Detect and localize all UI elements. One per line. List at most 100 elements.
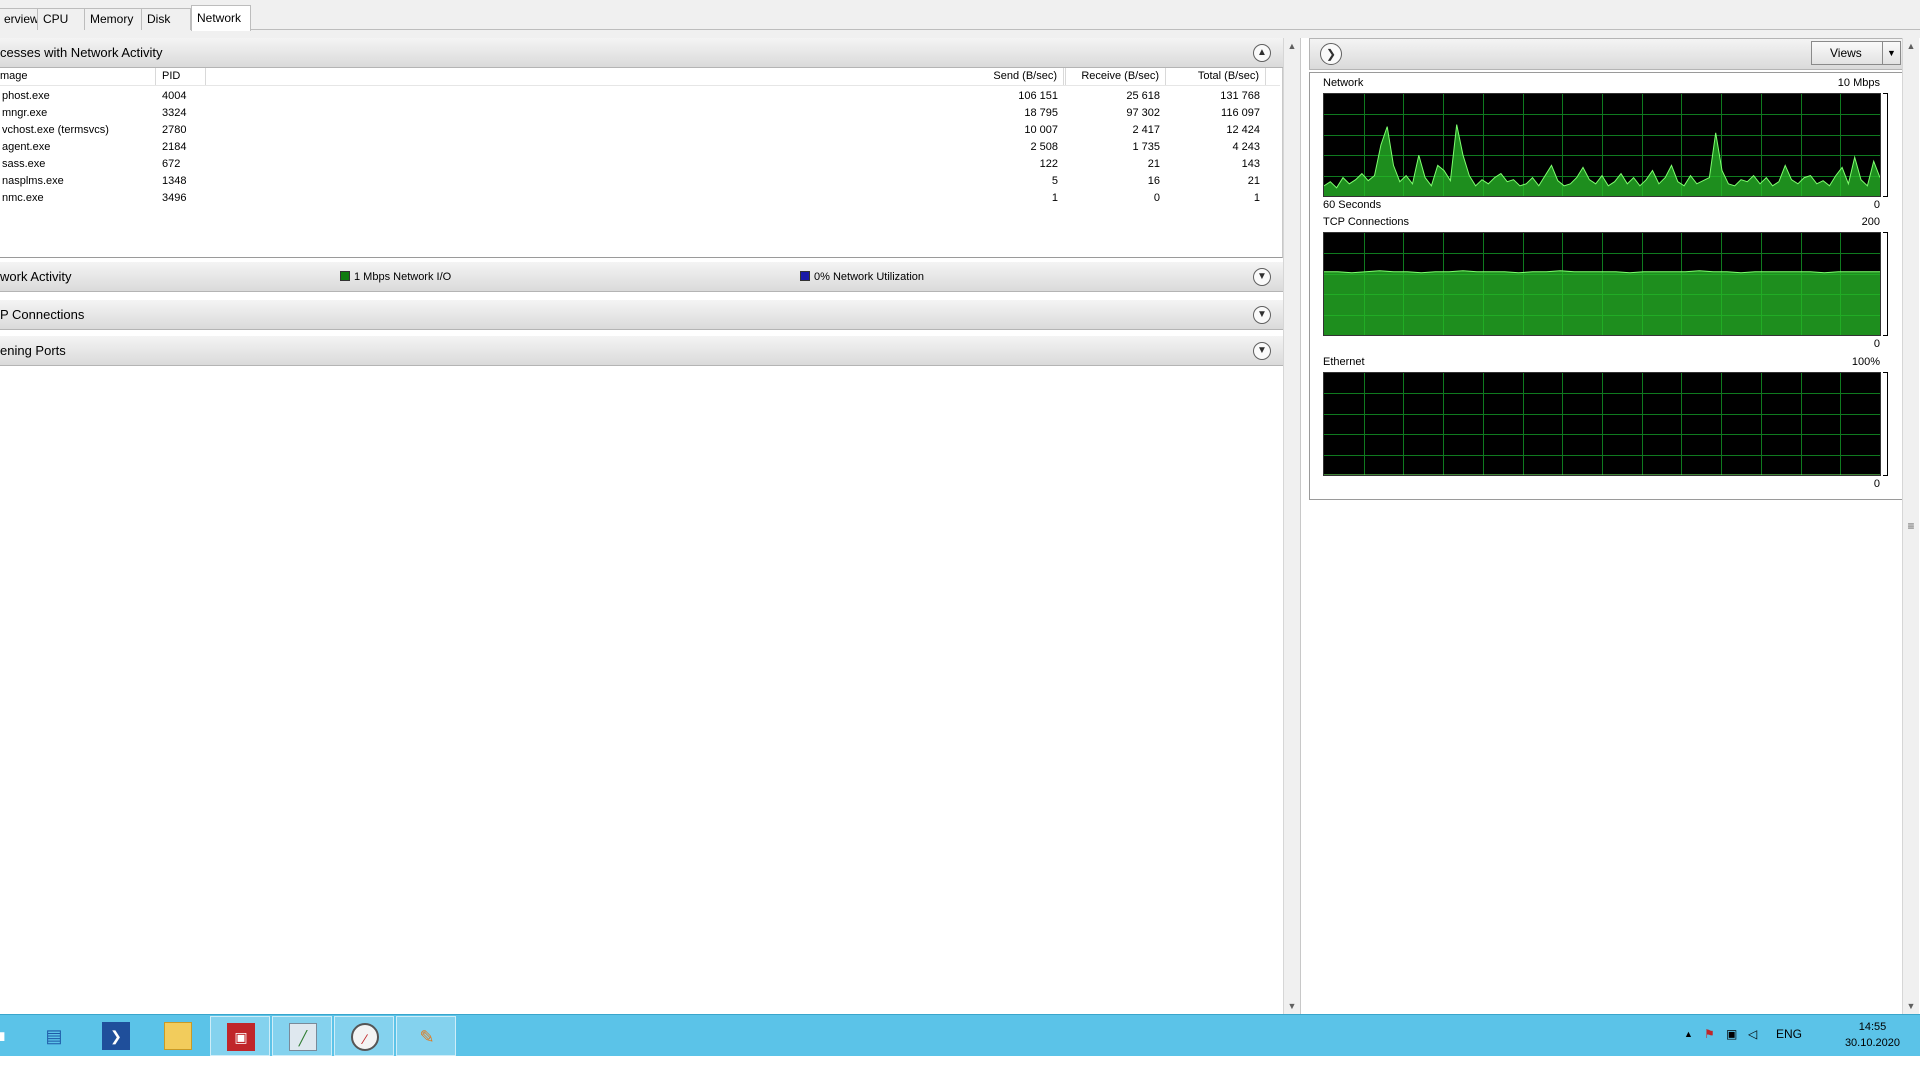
tcp-connections-section-header[interactable]: P Connections ▼ xyxy=(0,300,1283,330)
table-row[interactable]: vchost.exe (termsvcs) 2780 10 007 2 417 12 4… xyxy=(0,122,1280,139)
processes-section-header[interactable]: cesses with Network Activity ▲ xyxy=(0,38,1283,68)
column-header-image[interactable]: mage xyxy=(0,68,156,85)
graph-tcp-title: TCP Connections xyxy=(1323,216,1410,228)
tab-cpu[interactable]: CPU xyxy=(37,8,85,30)
system-clock[interactable]: 14:55 30.10.2020 xyxy=(1845,1019,1900,1051)
column-header-total[interactable]: Total (B/sec) xyxy=(1166,68,1266,85)
expand-chevron-icon[interactable]: ▼ xyxy=(1253,306,1271,324)
cell-total: 131 768 xyxy=(1220,90,1260,102)
right-pane-scrollbar[interactable]: ▲ ≡ ▼ xyxy=(1902,38,1919,1014)
graph-scale-bracket xyxy=(1883,372,1888,476)
table-row[interactable]: mngr.exe 3324 18 795 97 302 116 097 xyxy=(0,105,1280,122)
views-button-label: Views xyxy=(1830,46,1862,60)
views-button[interactable]: Views ▼ xyxy=(1811,41,1901,65)
tab-overview[interactable]: erview xyxy=(0,8,38,30)
cell-pid: 4004 xyxy=(162,90,187,102)
ethernet-graph-canvas xyxy=(1324,373,1880,475)
network-activity-section-title: work Activity xyxy=(0,269,72,284)
graph-network-title: Network xyxy=(1323,77,1364,89)
tcp-connections-section-title: P Connections xyxy=(0,307,85,322)
cell-image: mngr.exe xyxy=(2,107,48,119)
expand-chevron-icon[interactable]: ▼ xyxy=(1253,342,1271,360)
action-center-flag-icon[interactable]: ⚑ xyxy=(1704,1027,1715,1041)
cell-pid: 1348 xyxy=(162,175,187,187)
graph-ethernet-min: 0 xyxy=(1873,478,1880,490)
cell-send: 122 xyxy=(1039,158,1058,170)
left-pane-scrollbar[interactable]: ▲ ▼ xyxy=(1283,38,1300,1014)
views-dropdown-arrow-icon[interactable]: ▼ xyxy=(1882,42,1900,64)
cell-receive: 16 xyxy=(1147,175,1160,187)
graphs-pane: ❯ Views ▼ Network 10 Mbps 60 Seconds 0 T… xyxy=(1300,38,1920,1014)
taskbar-app-server-manager[interactable]: ▤ xyxy=(24,1016,84,1056)
cell-total: 21 xyxy=(1247,175,1260,187)
performance-monitor-icon: ╱ xyxy=(289,1023,317,1051)
cell-receive: 2 417 xyxy=(1132,124,1160,136)
graphs-container: Network 10 Mbps 60 Seconds 0 TCP Connect… xyxy=(1309,72,1904,500)
cell-pid: 2780 xyxy=(162,124,187,136)
scroll-down-arrow-icon[interactable]: ▼ xyxy=(1284,998,1300,1014)
listening-ports-section-header[interactable]: ening Ports ▼ xyxy=(0,336,1283,366)
scroll-up-arrow-icon[interactable]: ▲ xyxy=(1903,38,1919,54)
graph-scale-bracket xyxy=(1883,232,1888,336)
taskbar-app-toolbox[interactable]: ▣ xyxy=(210,1016,270,1056)
resource-monitor-icon: ∕ xyxy=(351,1023,379,1051)
expand-chevron-icon[interactable]: ▼ xyxy=(1253,268,1271,286)
table-row[interactable]: nmc.exe 3496 1 0 1 xyxy=(0,190,1280,207)
column-header-pid[interactable]: PID xyxy=(158,68,206,85)
language-indicator[interactable]: ENG xyxy=(1776,1027,1802,1041)
listening-ports-section-title: ening Ports xyxy=(0,343,66,358)
tcp-connections-graph-canvas xyxy=(1324,233,1880,335)
show-hidden-icons-icon[interactable]: ▲ xyxy=(1684,1029,1693,1039)
cell-image: sass.exe xyxy=(2,158,46,170)
network-icon[interactable]: ▣ xyxy=(1726,1027,1737,1041)
graph-ethernet-title: Ethernet xyxy=(1323,356,1365,368)
table-row[interactable]: agent.exe 2184 2 508 1 735 4 243 xyxy=(0,139,1280,156)
legend-network-utilization: 0% Network Utilization xyxy=(800,262,924,292)
network-details-pane: cesses with Network Activity ▲ mage PID … xyxy=(0,38,1300,1014)
tcp-connections-graph xyxy=(1323,232,1881,336)
legend-network-io-label: 1 Mbps Network I/O xyxy=(354,271,452,283)
splitter-grip-icon[interactable]: ≡ xyxy=(1903,518,1919,534)
legend-swatch-blue xyxy=(800,271,810,281)
expand-panel-icon[interactable]: ❯ xyxy=(1320,43,1342,65)
taskbar-app-resource-monitor[interactable]: ∕ xyxy=(334,1016,394,1056)
start-button[interactable]: ■ xyxy=(0,1016,14,1056)
taskbar-app-file-explorer[interactable] xyxy=(148,1016,208,1056)
cell-total: 143 xyxy=(1241,158,1260,170)
table-row[interactable]: phost.exe 4004 106 151 25 618 131 768 xyxy=(0,88,1280,105)
tab-network[interactable]: Network xyxy=(191,5,251,31)
cell-send: 5 xyxy=(1051,175,1058,187)
taskbar-app-powershell[interactable]: ❯ xyxy=(86,1016,146,1056)
tab-disk[interactable]: Disk xyxy=(141,8,191,30)
graphs-toolbar: ❯ Views ▼ xyxy=(1309,38,1904,70)
taskbar-app-performance-monitor[interactable]: ╱ xyxy=(272,1016,332,1056)
table-row[interactable]: sass.exe 672 122 21 143 xyxy=(0,156,1280,173)
cell-pid: 3496 xyxy=(162,192,187,204)
graph-tcp-max: 200 xyxy=(1861,216,1880,228)
table-row[interactable]: nasplms.exe 1348 5 16 21 xyxy=(0,173,1280,190)
scroll-down-arrow-icon[interactable]: ▼ xyxy=(1903,998,1919,1014)
powershell-icon: ❯ xyxy=(102,1022,130,1050)
processes-table: mage PID Send (B/sec) Receive (B/sec) To… xyxy=(0,68,1283,258)
taskbar-app-paint[interactable]: ✎ xyxy=(396,1016,456,1056)
windows-start-icon: ■ xyxy=(0,1022,14,1050)
volume-muted-icon[interactable]: ◁ xyxy=(1748,1027,1757,1041)
file-explorer-icon xyxy=(164,1022,192,1050)
cell-pid: 2184 xyxy=(162,141,187,153)
legend-network-utilization-label: 0% Network Utilization xyxy=(814,271,925,283)
toolbox-icon: ▣ xyxy=(227,1023,255,1051)
cell-send: 18 795 xyxy=(1024,107,1058,119)
collapse-chevron-icon[interactable]: ▲ xyxy=(1253,44,1271,62)
tab-memory[interactable]: Memory xyxy=(84,8,142,30)
cell-send: 10 007 xyxy=(1024,124,1058,136)
column-header-send[interactable]: Send (B/sec) xyxy=(966,68,1064,85)
scroll-up-arrow-icon[interactable]: ▲ xyxy=(1284,38,1300,54)
paint-icon: ✎ xyxy=(419,1027,435,1047)
desktop-background xyxy=(0,1056,1920,1080)
network-activity-section-header[interactable]: work Activity 1 Mbps Network I/O 0% Netw… xyxy=(0,262,1283,292)
ethernet-graph xyxy=(1323,372,1881,476)
column-header-receive[interactable]: Receive (B/sec) xyxy=(1064,68,1166,85)
server-manager-icon: ▤ xyxy=(45,1026,63,1046)
cell-total: 1 xyxy=(1253,192,1260,204)
cell-image: phost.exe xyxy=(2,90,50,102)
